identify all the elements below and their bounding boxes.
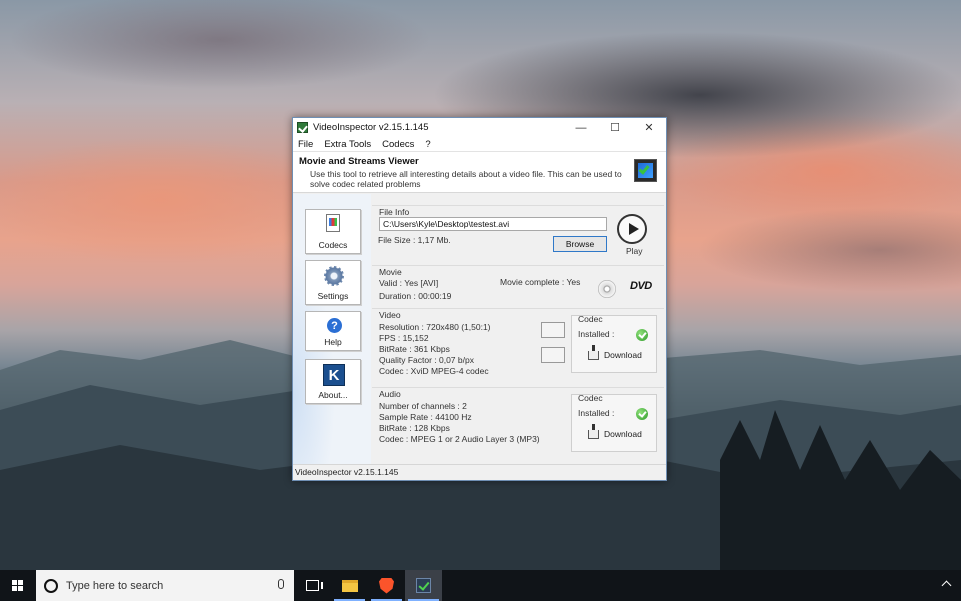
menu-help[interactable]: ? (425, 139, 430, 150)
window-controls: — ☐ ✕ (564, 118, 666, 137)
codecs-button-label: Codecs (318, 240, 348, 250)
video-codec: Codec : XviD MPEG-4 codec (379, 366, 489, 376)
audio-codec-box-title: Codec (578, 393, 603, 403)
help-button[interactable]: ? Help (305, 311, 361, 351)
taskbar-search-box[interactable]: Type here to search (36, 570, 294, 601)
codecs-icon (326, 214, 340, 232)
close-button[interactable]: ✕ (632, 118, 666, 137)
audio-download-button[interactable]: Download (588, 423, 642, 439)
menu-bar: File Extra Tools Codecs ? (293, 137, 666, 152)
taskbar: Type here to search (0, 570, 961, 601)
movie-group: Movie Valid : Yes [AVI] Duration : 00:00… (372, 265, 664, 307)
minimize-button[interactable]: — (564, 118, 598, 137)
settings-button[interactable]: Settings (305, 260, 361, 305)
play-button[interactable] (617, 214, 647, 244)
audio-sample-rate: Sample Rate : 44100 Hz (379, 412, 472, 422)
task-view-icon (306, 580, 323, 591)
app-icon (297, 122, 308, 133)
installed-check-icon (636, 329, 648, 341)
file-path-input[interactable] (379, 217, 607, 231)
header-description: Use this tool to retrieve all interestin… (310, 169, 622, 189)
microphone-icon[interactable] (278, 579, 284, 589)
video-download-label: Download (604, 350, 642, 360)
play-label: Play (626, 246, 643, 256)
video-resolution: Resolution : 720x480 (1,50:1) (379, 322, 491, 332)
task-view-button[interactable] (294, 570, 331, 601)
movie-title: Movie (379, 267, 402, 277)
cd-icon (598, 280, 616, 298)
file-info-title: File Info (379, 207, 410, 217)
video-bitrate: BitRate : 361 Kbps (379, 344, 450, 354)
videoinspector-window: VideoInspector v2.15.1.145 — ☐ ✕ File Ex… (292, 117, 667, 481)
file-explorer-button[interactable] (331, 570, 368, 601)
video-codec-box-title: Codec (578, 314, 603, 324)
browse-button[interactable]: Browse (553, 236, 607, 252)
edit-tool-button[interactable] (541, 347, 565, 363)
file-info-group: File Info File Size : 1,17 Mb. Browse Pl… (372, 205, 664, 263)
about-icon: K (323, 364, 345, 386)
video-download-button[interactable]: Download (588, 344, 642, 360)
main-area: Codecs Settings ? Help K About... File I… (293, 194, 666, 464)
audio-channels: Number of channels : 2 (379, 401, 467, 411)
audio-codec: Codec : MPEG 1 or 2 Audio Layer 3 (MP3) (379, 434, 540, 444)
audio-bitrate: BitRate : 128 Kbps (379, 423, 450, 433)
windows-logo-icon (12, 579, 24, 592)
gear-icon (324, 266, 344, 286)
audio-group: Audio Number of channels : 2 Sample Rate… (372, 387, 664, 463)
audio-installed-label: Installed : (578, 408, 615, 418)
help-icon: ? (327, 318, 342, 333)
menu-extra-tools[interactable]: Extra Tools (324, 139, 371, 150)
file-size: File Size : 1,17 Mb. (378, 235, 451, 245)
video-installed-label: Installed : (578, 329, 615, 339)
status-bar: VideoInspector v2.15.1.145 (293, 464, 666, 480)
dvd-icon: DVD (630, 280, 652, 292)
cortana-icon (44, 578, 58, 593)
codecs-button[interactable]: Codecs (305, 209, 361, 254)
movie-duration: Duration : 00:00:19 (379, 291, 452, 301)
movie-valid: Valid : Yes [AVI] (379, 278, 439, 288)
download-icon (588, 344, 599, 360)
settings-button-label: Settings (317, 291, 349, 301)
movie-complete: Movie complete : Yes (500, 277, 581, 287)
videoinspector-icon (416, 578, 431, 593)
video-title: Video (379, 310, 401, 320)
header-title: Movie and Streams Viewer (299, 156, 419, 167)
video-fps: FPS : 15,152 (379, 333, 429, 343)
audio-codec-box: Codec Installed : Download (571, 393, 657, 452)
about-button[interactable]: K About... (305, 359, 361, 404)
chevron-up-icon (941, 580, 952, 591)
show-hidden-icons-button[interactable] (941, 579, 953, 591)
menu-codecs[interactable]: Codecs (382, 139, 414, 150)
help-button-label: Help (324, 337, 342, 347)
window-title: VideoInspector v2.15.1.145 (313, 122, 429, 133)
search-placeholder: Type here to search (66, 579, 164, 592)
header-panel: Movie and Streams Viewer Use this tool t… (293, 152, 666, 193)
folder-icon (341, 579, 358, 592)
bar-chart-tool-button[interactable] (541, 322, 565, 338)
film-check-icon (634, 159, 657, 182)
installed-check-icon (636, 408, 648, 420)
about-button-label: About... (318, 390, 348, 400)
video-quality: Quality Factor : 0,07 b/px (379, 355, 474, 365)
title-bar[interactable]: VideoInspector v2.15.1.145 — ☐ ✕ (293, 118, 666, 137)
video-group: Video Resolution : 720x480 (1,50:1) FPS … (372, 308, 664, 384)
maximize-button[interactable]: ☐ (598, 118, 632, 137)
start-button[interactable] (0, 570, 36, 601)
menu-file[interactable]: File (298, 139, 313, 150)
download-icon (588, 423, 599, 439)
audio-title: Audio (379, 389, 401, 399)
videoinspector-taskbar-button[interactable] (405, 570, 442, 601)
video-codec-box: Codec Installed : Download (571, 314, 657, 373)
audio-download-label: Download (604, 429, 642, 439)
brave-lion-icon (379, 577, 394, 594)
brave-browser-button[interactable] (368, 570, 405, 601)
